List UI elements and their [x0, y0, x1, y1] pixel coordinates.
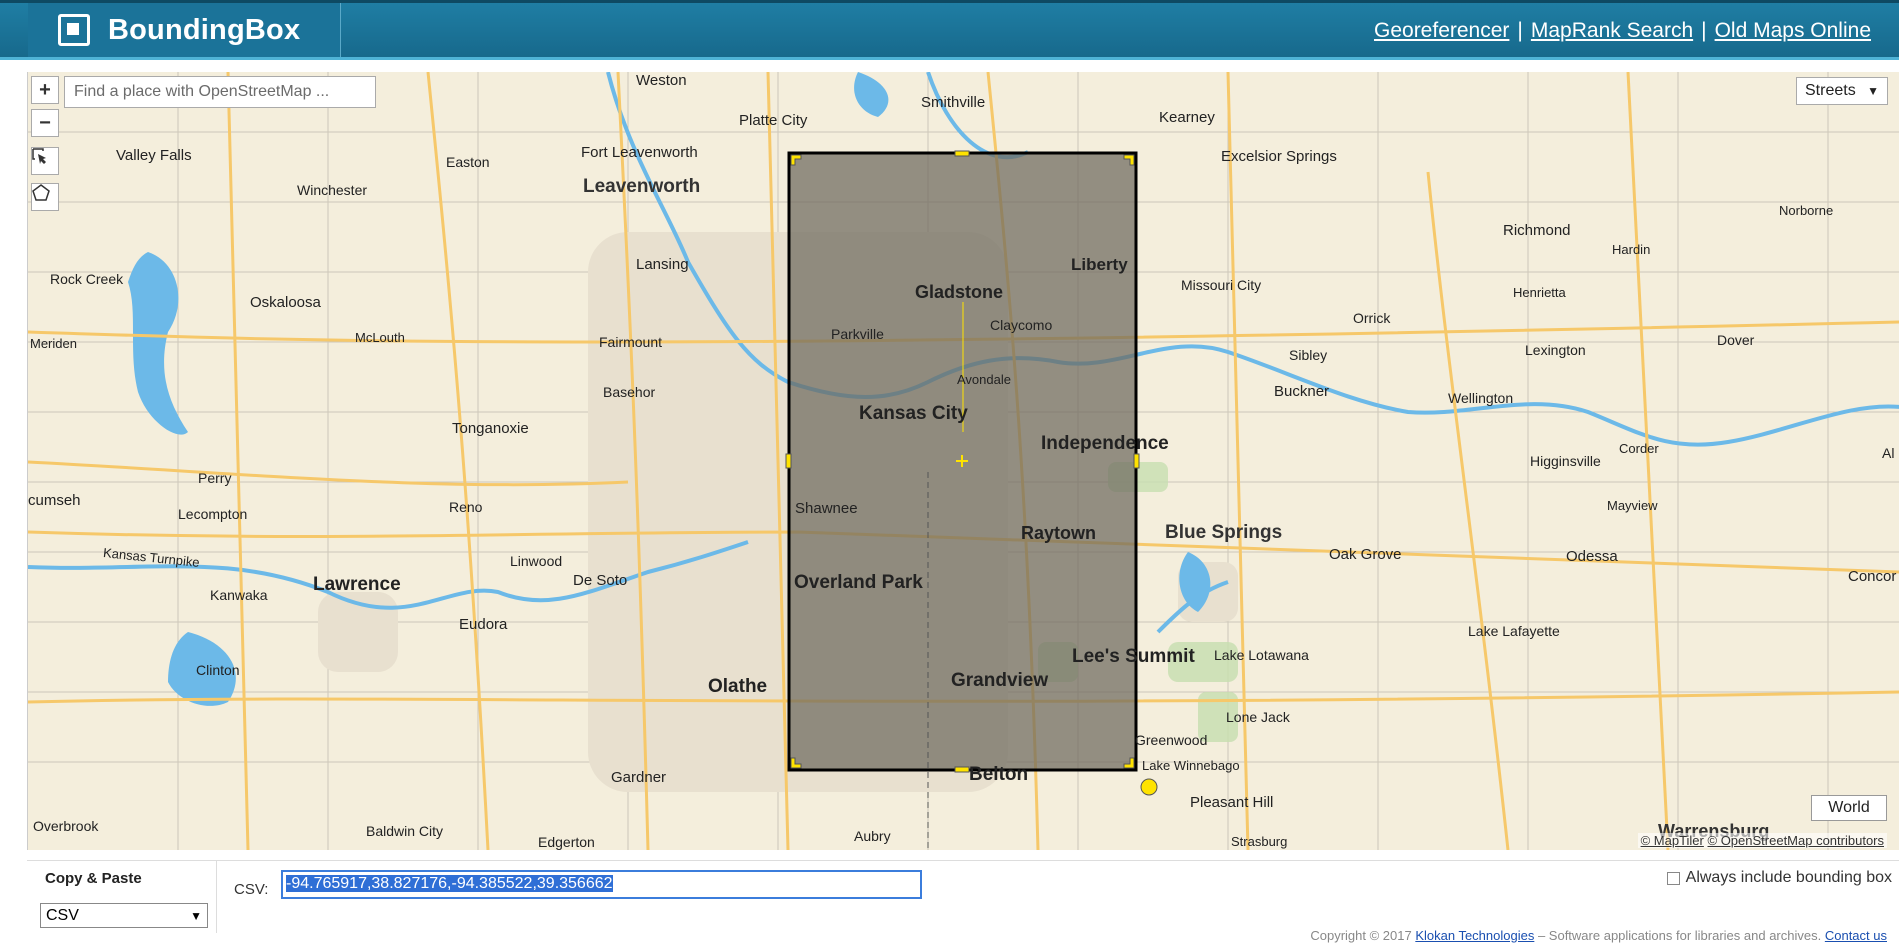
map-tiles — [28, 72, 1899, 850]
format-select-value: CSV — [46, 906, 79, 924]
maptiler-link[interactable]: © MapTiler — [1641, 833, 1704, 848]
brand[interactable]: BoundingBox — [28, 3, 340, 57]
header-links: Georeferencer | MapRank Search | Old Map… — [1374, 19, 1871, 43]
select-rectangle-icon — [32, 148, 46, 164]
copy-paste-title: Copy & Paste — [45, 870, 142, 887]
format-select[interactable]: CSV ▼ — [40, 903, 208, 928]
openstreetmap-link[interactable]: © OpenStreetMap contributors — [1708, 833, 1885, 848]
draw-rectangle-button[interactable] — [31, 147, 59, 175]
always-include-label: Always include bounding box — [1685, 869, 1892, 886]
link-separator: | — [1517, 19, 1523, 42]
footer-copyright: Copyright © 2017 — [1310, 928, 1412, 943]
chevron-down-icon: ▼ — [1867, 84, 1879, 98]
footer: Copyright © 2017 Klokan Technologies – S… — [1310, 928, 1887, 943]
map-canvas[interactable]: Weston Smithville Kearney Platte City Va… — [27, 72, 1899, 850]
bounding-box-overlay[interactable] — [787, 151, 1138, 850]
link-georeferencer[interactable]: Georeferencer — [1374, 19, 1509, 43]
export-panel: Copy & Paste CSV ▼ CSV: -94.765917,38.82… — [27, 860, 1899, 933]
footer-tagline: – Software applications for libraries an… — [1534, 928, 1822, 943]
draw-polygon-button[interactable] — [31, 183, 59, 211]
csv-selected-text: -94.765917,38.827176,-94.385522,39.35666… — [286, 875, 613, 892]
world-view-button[interactable]: World — [1811, 795, 1887, 821]
boundingbox-logo-icon — [58, 14, 90, 46]
header-divider — [340, 3, 341, 57]
top-header: BoundingBox Georeferencer | MapRank Sear… — [0, 0, 1899, 60]
polygon-icon — [32, 184, 50, 201]
zoom-out-button[interactable]: − — [31, 109, 59, 137]
link-maprank-search[interactable]: MapRank Search — [1531, 19, 1693, 43]
brand-title: BoundingBox — [108, 13, 301, 46]
map-layer-select[interactable]: Streets ▼ — [1796, 77, 1888, 105]
place-search-input[interactable] — [64, 76, 376, 108]
csv-output-field[interactable]: -94.765917,38.827176,-94.385522,39.35666… — [281, 870, 922, 899]
zoom-in-button[interactable]: + — [31, 76, 59, 104]
map-layer-value: Streets — [1805, 82, 1856, 99]
csv-label: CSV: — [234, 881, 269, 898]
chevron-down-icon: ▼ — [190, 908, 202, 923]
link-old-maps-online[interactable]: Old Maps Online — [1715, 19, 1871, 43]
always-include-checkbox[interactable] — [1666, 871, 1680, 885]
map-attribution: © MapTiler © OpenStreetMap contributors — [1637, 833, 1887, 848]
always-include-option[interactable]: Always include bounding box — [1666, 869, 1892, 887]
format-section: Copy & Paste CSV ▼ — [27, 861, 217, 933]
klokan-link[interactable]: Klokan Technologies — [1415, 928, 1534, 943]
contact-link[interactable]: Contact us — [1825, 928, 1887, 943]
link-separator: | — [1701, 19, 1707, 42]
